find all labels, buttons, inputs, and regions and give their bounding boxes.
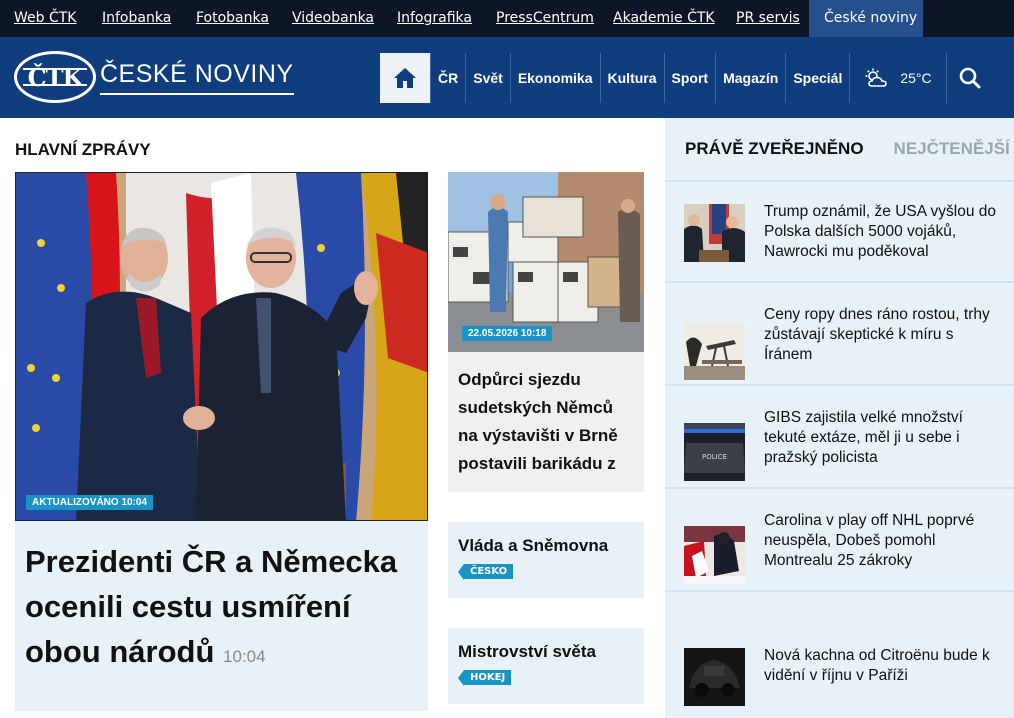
- partly-sunny-icon: [865, 68, 888, 87]
- home-icon: [394, 68, 416, 88]
- nav-item-magazin[interactable]: Magazín: [715, 53, 785, 103]
- news-headline[interactable]: Ceny ropy dnes ráno rostou, trhy zůstáva…: [764, 305, 1004, 365]
- tab-prave-zverejneno[interactable]: PRÁVĚ ZVEŘEJNĚNO: [685, 139, 864, 159]
- nav-item-svet[interactable]: Svět: [465, 53, 510, 103]
- nav-item-ekonomika[interactable]: Ekonomika: [509, 53, 600, 103]
- news-item[interactable]: Nová kachna od Citroënu bude k vidění v …: [665, 594, 1014, 718]
- news-headline[interactable]: Trump oznámil, že USA vyšlou do Polska d…: [764, 202, 1004, 262]
- topbar-link-web-ctk[interactable]: Web ČTK: [14, 0, 76, 37]
- news-thumbnail: [684, 322, 745, 380]
- topbar-link-presscentrum[interactable]: PressCentrum: [496, 0, 594, 37]
- topic-card-title[interactable]: Mistrovství světa: [458, 642, 634, 662]
- lead-article-time: 10:04: [223, 647, 266, 666]
- trump-meeting-photo: [684, 204, 745, 262]
- news-item[interactable]: POLICE GIBS zajistila velké množství tek…: [665, 388, 1014, 489]
- nav-item-special[interactable]: Speciál: [785, 53, 849, 103]
- topbar-link-ceske-noviny[interactable]: České noviny: [809, 0, 923, 37]
- hockey-game-photo: [684, 526, 745, 584]
- tab-nejctenejsi[interactable]: NEJČTENĚJŠÍ: [894, 139, 1010, 159]
- nav-item-cr[interactable]: ČR: [430, 53, 465, 103]
- news-thumbnail: POLICE: [684, 423, 745, 481]
- svg-text:POLICE: POLICE: [702, 453, 727, 461]
- topbar-link-videobanka[interactable]: Videobanka: [292, 0, 374, 37]
- news-thumbnail: [684, 204, 745, 262]
- logo-text: ČESKÉ NOVINY: [100, 59, 294, 95]
- search-button[interactable]: [945, 53, 994, 103]
- lead-article-image[interactable]: AKTUALIZOVÁNO 10:04: [15, 172, 428, 521]
- second-article-date-badge: 22.05.2026 10:18: [462, 326, 553, 341]
- site-header: ČTK ČESKÉ NOVINY ČR Svět Ekonomika Kultu…: [0, 37, 1014, 118]
- topic-tag-hokej[interactable]: HOKEJ: [457, 670, 512, 686]
- logo-mark-text: ČTK: [27, 62, 84, 92]
- topic-card-vlada[interactable]: Vláda a Sněmovna ČESKO: [448, 522, 644, 598]
- nav-item-kultura[interactable]: Kultura: [599, 53, 664, 103]
- lead-article-headline[interactable]: Prezidenti ČR a Německa ocenili cestu us…: [25, 539, 418, 679]
- news-thumbnail: [684, 648, 745, 706]
- second-article-headline[interactable]: Odpůrci sjezdu sudetských Němců na výsta…: [458, 366, 634, 478]
- search-icon: [959, 67, 981, 89]
- news-thumbnail: [684, 526, 745, 584]
- weather-widget[interactable]: 25°C: [849, 53, 945, 103]
- site-logo[interactable]: ČTK ČESKÉ NOVINY: [14, 51, 294, 103]
- lead-updated-badge: AKTUALIZOVÁNO 10:04: [26, 495, 154, 510]
- news-item[interactable]: Trump oznámil, že USA vyšlou do Polska d…: [665, 182, 1014, 283]
- news-headline[interactable]: Carolina v play off NHL poprvé neuspěla,…: [764, 511, 1004, 571]
- nav-item-sport[interactable]: Sport: [663, 53, 716, 103]
- latest-news-sidebar: PRÁVĚ ZVEŘEJNĚNO NEJČTENĚJŠÍ Trump oznám…: [665, 118, 1014, 718]
- police-car-photo: POLICE: [684, 423, 745, 481]
- lead-article-title-text: Prezidenti ČR a Německa ocenili cestu us…: [25, 544, 398, 669]
- topbar-link-fotobanka[interactable]: Fotobanka: [196, 0, 269, 37]
- presidents-handshake-photo: [16, 173, 427, 520]
- main-nav: ČR Svět Ekonomika Kultura Sport Magazín …: [380, 53, 994, 103]
- second-article-image[interactable]: 22.05.2026 10:18: [448, 172, 644, 352]
- nav-home-button[interactable]: [380, 53, 430, 103]
- news-item[interactable]: Ceny ropy dnes ráno rostou, trhy zůstáva…: [665, 285, 1014, 386]
- topbar-link-akademie[interactable]: Akademie ČTK: [613, 0, 715, 37]
- news-headline[interactable]: Nová kachna od Citroënu bude k vidění v …: [764, 646, 1004, 686]
- sidebar-tabs: PRÁVĚ ZVEŘEJNĚNO NEJČTENĚJŠÍ: [665, 118, 1014, 182]
- topbar-link-pr-servis[interactable]: PR servis: [736, 0, 800, 37]
- barricade-photo: [448, 172, 644, 352]
- section-title: HLAVNÍ ZPRÁVY: [15, 140, 151, 159]
- topic-card-mistrovstvi[interactable]: Mistrovství světa HOKEJ: [448, 628, 644, 704]
- lead-article-card[interactable]: Prezidenti ČR a Německa ocenili cestu us…: [15, 521, 428, 711]
- topic-tag-cesko[interactable]: ČESKO: [457, 564, 514, 580]
- topbar-link-infografika[interactable]: Infografika: [397, 0, 472, 37]
- citroen-car-photo: [684, 648, 745, 706]
- topic-card-title[interactable]: Vláda a Sněmovna: [458, 536, 634, 556]
- news-headline[interactable]: GIBS zajistila velké množství tekuté ext…: [764, 408, 1004, 468]
- oil-pump-photo: [684, 322, 745, 380]
- temperature-value: 25°C: [900, 70, 932, 86]
- news-item[interactable]: Carolina v play off NHL poprvé neuspěla,…: [665, 491, 1014, 592]
- ctk-logo-mark: ČTK: [14, 51, 96, 103]
- topbar-link-infobanka[interactable]: Infobanka: [102, 0, 171, 37]
- top-bar: Web ČTK Infobanka Fotobanka Videobanka I…: [0, 0, 1014, 37]
- second-article-card[interactable]: Odpůrci sjezdu sudetských Němců na výsta…: [448, 352, 644, 492]
